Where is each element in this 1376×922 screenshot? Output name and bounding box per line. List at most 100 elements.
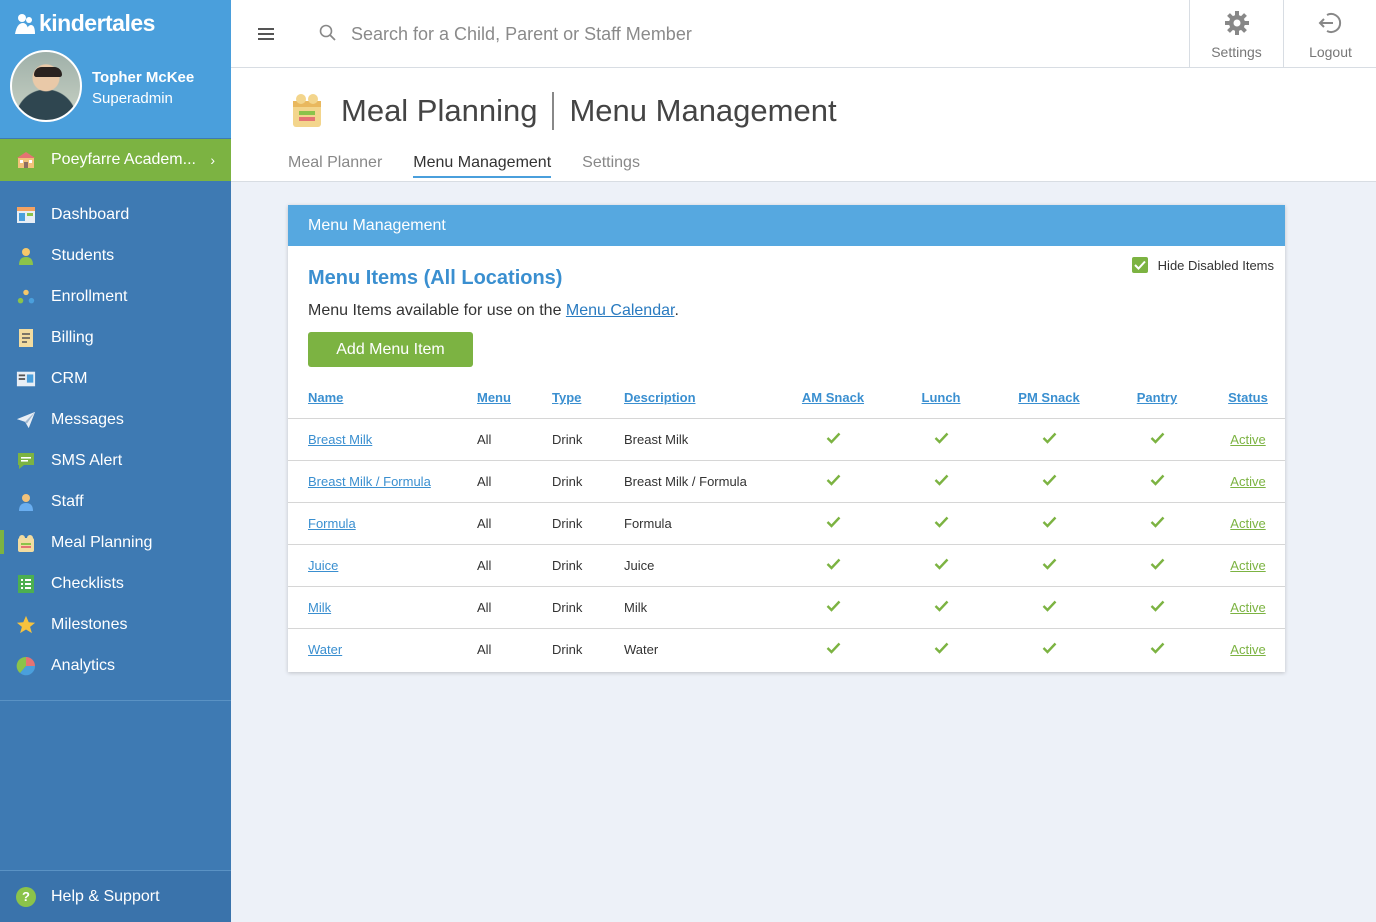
description-cell: Breast Milk / Formula xyxy=(624,460,779,503)
card-title: Menu Items (All Locations) xyxy=(308,267,563,289)
table-row: Juice All Drink Juice Active xyxy=(288,544,1285,587)
menu-management-card: Menu Management Hide Disabled Items Menu… xyxy=(288,205,1285,672)
checkmark-icon xyxy=(1133,260,1146,270)
sidebar-item-checklists[interactable]: Checklists xyxy=(0,563,231,604)
menu-value: All xyxy=(477,641,492,657)
name-cell: Breast Milk xyxy=(288,418,477,461)
status-link[interactable]: Active xyxy=(1230,474,1265,489)
sidebar-item-dashboard[interactable]: Dashboard xyxy=(0,194,231,235)
checkmark-icon xyxy=(1042,600,1057,615)
type-value: Drink xyxy=(552,641,583,657)
type-cell: Drink xyxy=(552,502,624,545)
brand-logo[interactable]: kindertales xyxy=(14,10,155,37)
hide-disabled-checkbox[interactable] xyxy=(1131,257,1148,273)
checkmark-icon xyxy=(826,642,841,657)
col-pm-snack[interactable]: PM Snack xyxy=(995,378,1103,419)
table-header-row: Name Menu Type Description AM Snack Lunc… xyxy=(288,378,1285,419)
table-row: Breast Milk All Drink Breast Milk Active xyxy=(288,418,1285,461)
sidebar-item-sms-alert[interactable]: SMS Alert xyxy=(0,440,231,481)
menu-item-name-link[interactable]: Formula xyxy=(308,516,356,531)
desc-suffix: . xyxy=(674,302,679,319)
tab-settings[interactable]: Settings xyxy=(582,154,640,178)
sidebar-item-label: Milestones xyxy=(51,615,128,633)
col-description[interactable]: Description xyxy=(624,378,779,419)
type-cell: Drink xyxy=(552,460,624,503)
lunch-cell xyxy=(887,418,995,461)
add-menu-item-button[interactable]: Add Menu Item xyxy=(308,332,473,367)
sidebar-item-enrollment[interactable]: Enrollment xyxy=(0,276,231,317)
description-value: Milk xyxy=(624,599,648,615)
am-snack-cell xyxy=(779,586,887,629)
status-link[interactable]: Active xyxy=(1230,516,1265,531)
tab-menu-management[interactable]: Menu Management xyxy=(413,154,552,178)
col-type[interactable]: Type xyxy=(552,378,624,419)
hide-disabled-toggle[interactable]: Hide Disabled Items xyxy=(1131,257,1274,273)
status-link[interactable]: Active xyxy=(1230,558,1265,573)
sidebar-item-label: Checklists xyxy=(51,574,124,592)
school-name: Poeyfarre Academ... xyxy=(51,151,196,168)
menu-item-name-link[interactable]: Water xyxy=(308,642,342,657)
col-am-snack[interactable]: AM Snack xyxy=(779,378,887,419)
status-link[interactable]: Active xyxy=(1230,600,1265,615)
menu-item-name-link[interactable]: Breast Milk xyxy=(308,432,372,447)
hamburger-menu-icon[interactable] xyxy=(258,28,274,40)
col-pantry[interactable]: Pantry xyxy=(1103,378,1211,419)
sidebar-header: kindertales Topher McKee Superadmin xyxy=(0,0,231,138)
settings-button[interactable]: Settings xyxy=(1189,0,1283,67)
col-lunch[interactable]: Lunch xyxy=(887,378,995,419)
help-label: Help & Support xyxy=(51,887,160,905)
col-status[interactable]: Status xyxy=(1211,378,1285,419)
menu-value: All xyxy=(477,431,492,447)
col-name[interactable]: Name xyxy=(288,378,477,419)
pm-snack-cell xyxy=(995,460,1103,503)
help-icon: ? xyxy=(16,886,36,907)
checkmark-icon xyxy=(934,474,949,489)
status-link[interactable]: Active xyxy=(1230,642,1265,657)
description-value: Juice xyxy=(624,557,655,573)
menu-item-name-link[interactable]: Milk xyxy=(308,600,331,615)
status-cell: Active xyxy=(1211,586,1285,629)
am-snack-cell xyxy=(779,418,887,461)
menu-cell: All xyxy=(477,460,552,503)
checkmark-icon xyxy=(826,516,841,531)
menu-item-name-link[interactable]: Juice xyxy=(308,558,338,573)
sidebar-item-students[interactable]: Students xyxy=(0,235,231,276)
menu-item-name-link[interactable]: Breast Milk / Formula xyxy=(308,474,431,489)
pantry-cell xyxy=(1103,502,1211,545)
type-cell: Drink xyxy=(552,628,624,670)
settings-label: Settings xyxy=(1211,44,1262,60)
sidebar-item-messages[interactable]: Messages xyxy=(0,399,231,440)
page-title-main: Meal Planning xyxy=(341,93,538,128)
logout-button[interactable]: Logout xyxy=(1283,0,1376,67)
avatar[interactable] xyxy=(10,50,82,122)
students-icon xyxy=(16,246,36,266)
school-selector[interactable]: Poeyfarre Academ... › xyxy=(0,139,231,181)
sidebar-item-crm[interactable]: CRM xyxy=(0,358,231,399)
checkmark-icon xyxy=(1150,642,1165,657)
user-name[interactable]: Topher McKee xyxy=(92,69,194,86)
menu-cell: All xyxy=(477,544,552,587)
checkmark-icon xyxy=(1150,516,1165,531)
tab-meal-planner[interactable]: Meal Planner xyxy=(288,154,382,178)
menu-cell: All xyxy=(477,502,552,545)
help-support-link[interactable]: ? Help & Support xyxy=(0,870,231,922)
sidebar-item-staff[interactable]: Staff xyxy=(0,481,231,522)
am-snack-cell xyxy=(779,628,887,670)
menu-value: All xyxy=(477,599,492,615)
sidebar-item-milestones[interactable]: Milestones xyxy=(0,604,231,645)
kindertales-logo-icon xyxy=(15,13,35,34)
school-icon xyxy=(17,152,35,168)
table-row: Breast Milk / Formula All Drink Breast Milk… xyxy=(288,460,1285,503)
sidebar-item-meal-planning[interactable]: Meal Planning xyxy=(0,522,231,563)
search-input[interactable] xyxy=(351,18,871,50)
description-cell: Juice xyxy=(624,544,779,587)
checkmark-icon xyxy=(1042,432,1057,447)
status-link[interactable]: Active xyxy=(1230,432,1265,447)
milestones-icon xyxy=(16,615,36,635)
type-cell: Drink xyxy=(552,586,624,629)
sidebar-divider xyxy=(0,700,231,701)
menu-calendar-link[interactable]: Menu Calendar xyxy=(566,302,675,319)
col-menu[interactable]: Menu xyxy=(477,378,552,419)
sidebar-item-billing[interactable]: Billing xyxy=(0,317,231,358)
sidebar-item-analytics[interactable]: Analytics xyxy=(0,645,231,686)
